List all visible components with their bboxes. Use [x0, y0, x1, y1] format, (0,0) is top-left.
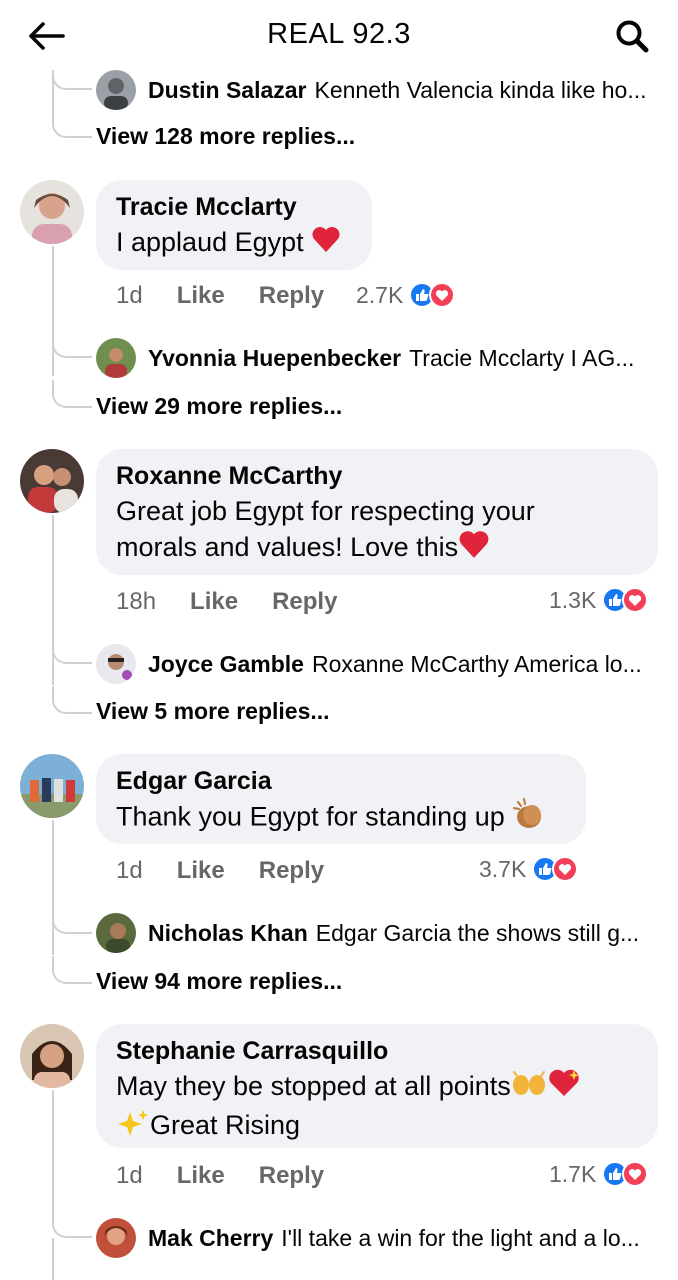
reaction-count: 3.7K: [479, 855, 527, 882]
clapping-hands-icon: [512, 798, 546, 839]
comment-time: 1d: [116, 282, 143, 309]
top-bar: REAL 92.3: [0, 0, 678, 70]
comment-time: 1d: [116, 857, 143, 884]
comment-text: Thank you Egypt for standing up: [116, 798, 566, 839]
comment-actions: 1d Like Reply: [116, 1158, 324, 1194]
avatar[interactable]: [20, 180, 84, 244]
reply-text: I'll take a win for the light and a lo..…: [281, 1224, 640, 1251]
sparkling-heart-icon: [547, 1068, 581, 1107]
reply-text: Edgar Garcia the shows still g...: [315, 919, 640, 946]
reply-author[interactable]: Mak Cherry: [148, 1225, 273, 1252]
reply-preview[interactable]: Nicholas Khan Edgar Garcia the shows sti…: [96, 913, 639, 953]
reply-preview[interactable]: Joyce Gamble Roxanne McCarthy America lo…: [96, 644, 642, 684]
avatar[interactable]: [96, 1218, 136, 1258]
love-reaction-icon: [552, 856, 579, 882]
comment-author[interactable]: Roxanne McCarthy: [116, 461, 638, 491]
comment-actions: 1d Like Reply: [116, 278, 324, 314]
page-title: REAL 92.3: [267, 18, 411, 50]
avatar[interactable]: [20, 754, 84, 818]
comment-actions: 1d Like Reply: [116, 853, 324, 889]
reply-button[interactable]: Reply: [272, 588, 337, 616]
reaction-count: 1.7K: [549, 1160, 597, 1187]
like-button[interactable]: Like: [177, 857, 225, 885]
comment-bubble: Tracie Mcclarty I applaud Egypt: [96, 180, 372, 270]
reply-text: Roxanne McCarthy America lo...: [311, 650, 642, 677]
like-button[interactable]: Like: [177, 282, 225, 310]
reaction-summary[interactable]: 2.7K: [356, 277, 456, 313]
reply-author[interactable]: Nicholas Khan: [148, 920, 308, 947]
like-button[interactable]: Like: [177, 1162, 225, 1190]
like-button[interactable]: Like: [190, 588, 238, 616]
reaction-summary[interactable]: 3.7K: [479, 851, 579, 887]
comment-bubble: Edgar Garcia Thank you Egypt for standin…: [96, 754, 586, 844]
avatar[interactable]: [96, 644, 136, 684]
comment-text: May they be stopped at all points Great …: [116, 1068, 638, 1147]
avatar[interactable]: [20, 449, 84, 513]
avatar[interactable]: [96, 338, 136, 378]
comment-text: I applaud Egypt: [116, 224, 352, 262]
red-heart-icon: [311, 225, 341, 262]
reaction-count: 2.7K: [356, 281, 404, 308]
view-more-replies[interactable]: View 5 more replies...: [96, 696, 330, 726]
reply-text: Tracie Mcclarty I AG...: [409, 344, 635, 371]
reply-button[interactable]: Reply: [259, 857, 324, 885]
love-reaction-icon: [622, 1161, 649, 1187]
reply-author[interactable]: Joyce Gamble: [148, 651, 304, 678]
view-more-replies[interactable]: View 94 more replies...: [96, 966, 342, 996]
reply-preview[interactable]: Yvonnia Huepenbecker Tracie Mcclarty I A…: [96, 338, 634, 378]
raising-hands-icon: [511, 1069, 547, 1106]
search-button[interactable]: [612, 16, 652, 56]
love-reaction-icon: [622, 587, 649, 613]
comment-actions: 18h Like Reply: [116, 584, 337, 620]
reply-author[interactable]: Yvonnia Huepenbecker: [148, 345, 401, 372]
comment-text: Great job Egypt for respecting your mora…: [116, 493, 638, 568]
avatar[interactable]: [96, 913, 136, 953]
comment-time: 18h: [116, 588, 157, 615]
view-more-replies[interactable]: View 128 more replies...: [96, 121, 355, 151]
comment-time: 1d: [116, 1162, 143, 1189]
reaction-summary[interactable]: 1.3K: [549, 582, 649, 618]
red-heart-icon: [458, 529, 490, 568]
comment-bubble: Stephanie Carrasquillo May they be stopp…: [96, 1024, 658, 1148]
sparkles-icon: [116, 1108, 150, 1147]
reaction-summary[interactable]: 1.7K: [549, 1156, 649, 1192]
comment-author[interactable]: Tracie Mcclarty: [116, 192, 352, 222]
reaction-count: 1.3K: [549, 586, 597, 613]
comment-author[interactable]: Edgar Garcia: [116, 766, 566, 796]
avatar[interactable]: [20, 1024, 84, 1088]
love-reaction-icon: [429, 282, 456, 308]
reply-button[interactable]: Reply: [259, 1162, 324, 1190]
reply-text: Kenneth Valencia kinda like ho...: [314, 76, 647, 103]
view-more-replies[interactable]: View 29 more replies...: [96, 391, 342, 421]
reply-preview[interactable]: Dustin Salazar Kenneth Valencia kinda li…: [96, 70, 647, 110]
search-icon: [616, 20, 649, 53]
comment-bubble: Roxanne McCarthy Great job Egypt for res…: [96, 449, 658, 575]
reply-author[interactable]: Dustin Salazar: [148, 77, 307, 104]
reply-button[interactable]: Reply: [259, 282, 324, 310]
reply-preview[interactable]: Mak Cherry I'll take a win for the light…: [96, 1218, 640, 1258]
avatar[interactable]: [96, 70, 136, 110]
comment-author[interactable]: Stephanie Carrasquillo: [116, 1036, 638, 1066]
